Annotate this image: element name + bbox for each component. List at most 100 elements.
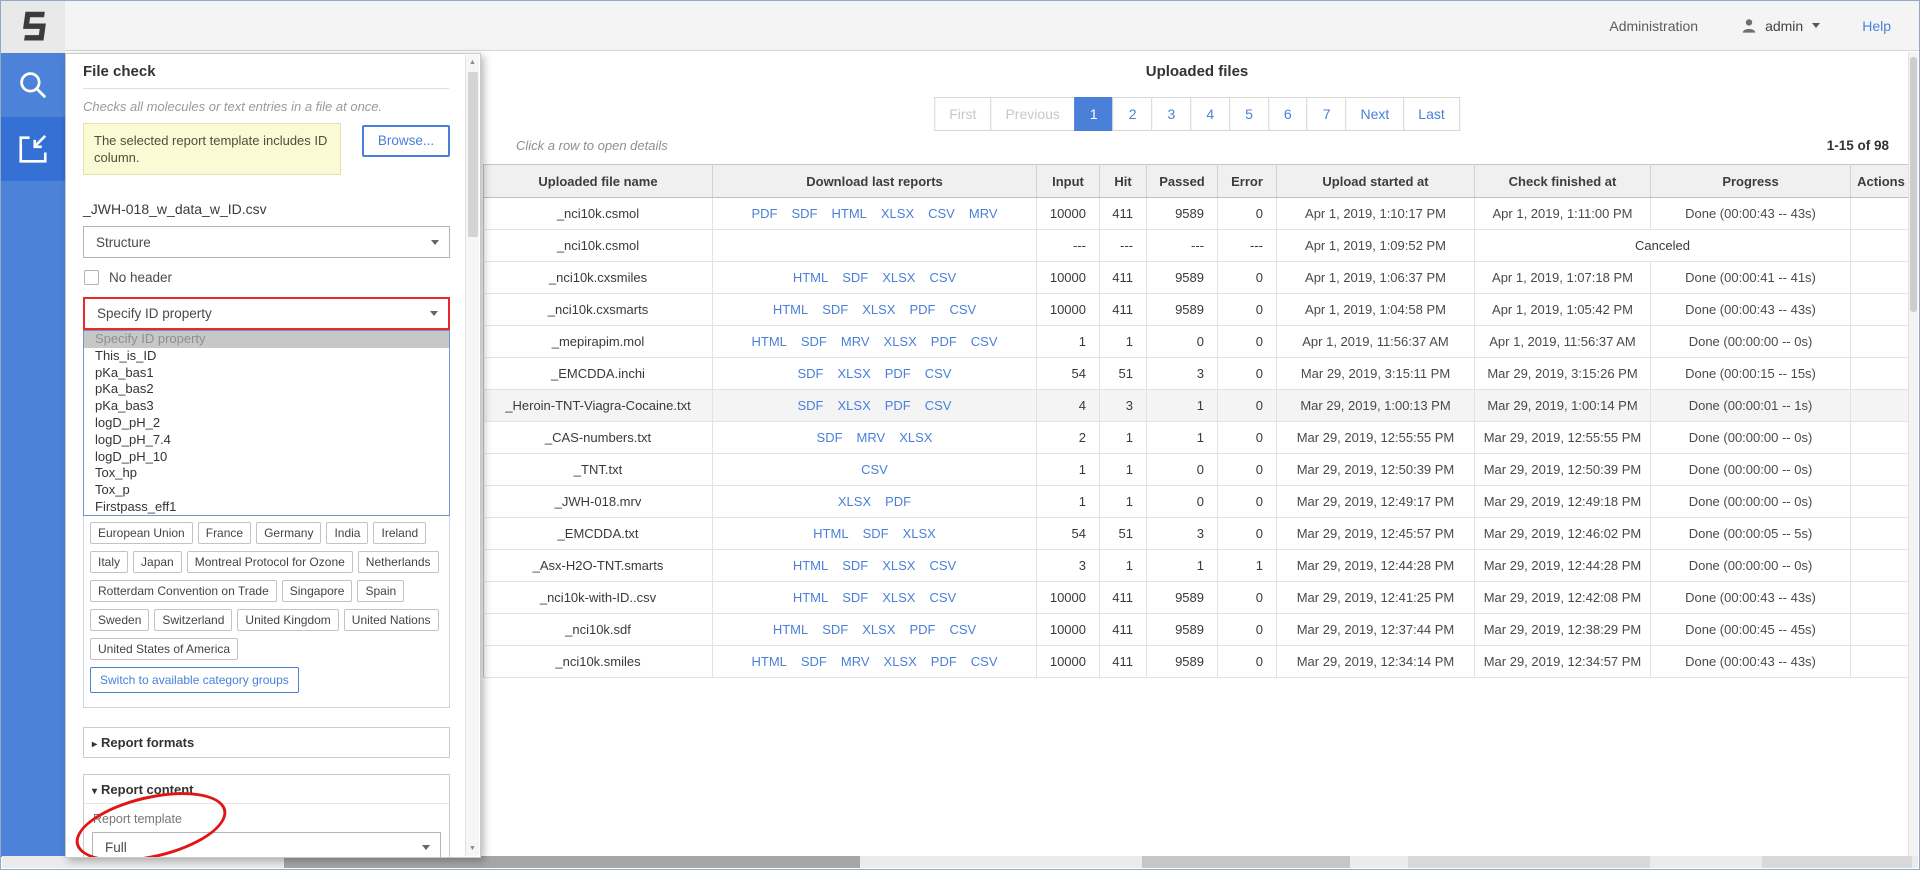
report-link[interactable]: XLSX [862,302,895,317]
user-menu[interactable]: admin [1740,17,1820,35]
id-property-option[interactable]: Tox_p [84,482,449,499]
report-link[interactable]: XLSX [882,270,915,285]
category-chip[interactable]: Rotterdam Convention on Trade [90,580,277,602]
report-link[interactable]: PDF [885,398,911,413]
id-property-option[interactable]: pKa_bas2 [84,381,449,398]
category-chip[interactable]: Netherlands [358,551,439,573]
category-chip[interactable]: Italy [90,551,128,573]
report-link[interactable]: PDF [885,494,911,509]
vertical-scrollbar-thumb[interactable] [1910,57,1917,312]
report-link[interactable]: HTML [831,206,866,221]
category-chip[interactable]: United Kingdom [237,609,338,631]
report-link[interactable]: XLSX [838,366,871,381]
report-link[interactable]: HTML [773,622,808,637]
report-template-select[interactable]: Full [92,832,441,858]
category-chip[interactable]: Switzerland [154,609,232,631]
table-row[interactable]: _EMCDDA.inchiSDFXLSXPDFCSV545130Mar 29, … [484,358,1912,390]
page-number-button[interactable]: 4 [1190,97,1230,131]
category-chip[interactable]: European Union [90,522,193,544]
report-link[interactable]: CSV [971,654,998,669]
page-number-button[interactable]: 5 [1229,97,1269,131]
category-chip[interactable]: Singapore [282,580,353,602]
report-link[interactable]: CSV [971,334,998,349]
report-link[interactable]: HTML [773,302,808,317]
table-row[interactable]: _EMCDDA.txtHTMLSDFXLSX545130Mar 29, 2019… [484,518,1912,550]
category-chip[interactable]: Spain [357,580,404,602]
report-link[interactable]: CSV [949,302,976,317]
report-link[interactable]: XLSX [881,206,914,221]
report-link[interactable]: MRV [857,430,886,445]
report-link[interactable]: XLSX [884,334,917,349]
report-link[interactable]: CSV [929,590,956,605]
report-link[interactable]: HTML [793,590,828,605]
page-first-button[interactable]: First [934,97,991,131]
report-link[interactable]: HTML [813,526,848,541]
report-link[interactable]: MRV [841,654,870,669]
id-property-option[interactable]: Tox_hp [84,465,449,482]
report-link[interactable]: MRV [841,334,870,349]
report-link[interactable]: PDF [931,654,957,669]
report-link[interactable]: MRV [969,206,998,221]
id-property-option[interactable]: This_is_ID [84,348,449,365]
category-chip[interactable]: Ireland [373,522,426,544]
structure-select[interactable]: Structure [83,226,450,258]
id-property-option[interactable]: logD_pH_10 [84,449,449,466]
page-number-button[interactable]: 6 [1268,97,1308,131]
report-link[interactable]: HTML [793,270,828,285]
report-content-header[interactable]: ▾Report content [84,775,449,804]
id-property-option[interactable]: Specify ID property [84,331,449,348]
sidebar-item-search[interactable] [1,53,65,117]
report-link[interactable]: HTML [751,654,786,669]
page-number-button[interactable]: 7 [1307,97,1347,131]
category-chip[interactable]: United States of America [90,638,238,660]
id-property-option[interactable]: Firstpass_eff1 [84,499,449,516]
category-chip[interactable]: Germany [256,522,321,544]
sidebar-item-file-check[interactable] [1,117,65,181]
report-link[interactable]: SDF [842,590,868,605]
table-row[interactable]: _Heroin-TNT-Viagra-Cocaine.txtSDFXLSXPDF… [484,390,1912,422]
report-link[interactable]: SDF [863,526,889,541]
report-link[interactable]: CSV [861,462,888,477]
scroll-up-arrow-icon[interactable]: ▲ [466,55,479,70]
switch-category-groups-button[interactable]: Switch to available category groups [90,667,299,693]
report-link[interactable]: XLSX [838,398,871,413]
table-row[interactable]: _CAS-numbers.txtSDFMRVXLSX2110Mar 29, 20… [484,422,1912,454]
report-link[interactable]: SDF [798,398,824,413]
report-link[interactable]: XLSX [862,622,895,637]
page-previous-button[interactable]: Previous [990,97,1074,131]
table-row[interactable]: _Asx-H2O-TNT.smartsHTMLSDFXLSXCSV3111Mar… [484,550,1912,582]
category-chip[interactable]: Japan [133,551,182,573]
table-row[interactable]: _nci10k.cxsmilesHTMLSDFXLSXCSV1000041195… [484,262,1912,294]
report-formats-section[interactable]: ▸Report formats [83,727,450,758]
report-link[interactable]: SDF [842,270,868,285]
table-row[interactable]: _mepirapim.molHTMLSDFMRVXLSXPDFCSV1100Ap… [484,326,1912,358]
table-row[interactable]: _nci10k.csmolPDFSDFHTMLXLSXCSVMRV1000041… [484,198,1912,230]
category-chip[interactable]: United Nations [344,609,439,631]
report-link[interactable]: PDF [885,366,911,381]
category-chip[interactable]: France [198,522,251,544]
report-link[interactable]: CSV [929,270,956,285]
browse-button[interactable]: Browse... [362,125,450,157]
report-link[interactable]: PDF [909,622,935,637]
no-header-checkbox[interactable] [84,270,99,285]
table-row[interactable]: _nci10k.cxsmartsHTMLSDFXLSXPDFCSV1000041… [484,294,1912,326]
category-chip[interactable]: Sweden [90,609,149,631]
table-row[interactable]: _nci10k.sdfHTMLSDFXLSXPDFCSV100004119589… [484,614,1912,646]
id-property-option[interactable]: pKa_bas3 [84,398,449,415]
report-link[interactable]: PDF [751,206,777,221]
report-link[interactable]: XLSX [903,526,936,541]
report-link[interactable]: SDF [798,366,824,381]
report-link[interactable]: PDF [931,334,957,349]
help-link[interactable]: Help [1862,18,1891,34]
page-number-button[interactable]: 3 [1152,97,1192,131]
report-link[interactable]: PDF [909,302,935,317]
administration-link[interactable]: Administration [1609,18,1698,34]
page-last-button[interactable]: Last [1403,97,1459,131]
id-property-option[interactable]: logD_pH_2 [84,415,449,432]
report-link[interactable]: SDF [822,302,848,317]
report-link[interactable]: SDF [801,334,827,349]
report-link[interactable]: XLSX [882,590,915,605]
app-logo[interactable] [1,1,65,53]
report-link[interactable]: SDF [817,430,843,445]
report-link[interactable]: XLSX [884,654,917,669]
